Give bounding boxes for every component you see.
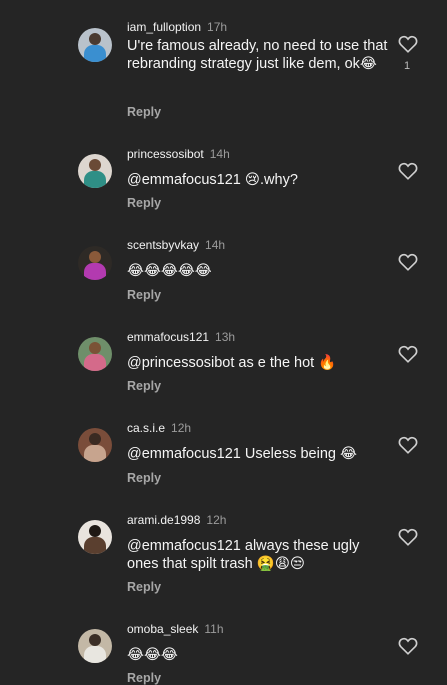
- comment-meta: arami.de1998 12h: [127, 513, 226, 527]
- comment-username[interactable]: arami.de1998: [127, 513, 200, 527]
- comment-time: 13h: [215, 330, 236, 344]
- avatar[interactable]: [78, 629, 112, 663]
- comment-item: scentsbyvkay 14h 😂😂😂😂😂 Reply: [0, 238, 447, 318]
- comment-meta: ca.s.i.e 12h: [127, 421, 191, 435]
- comment-time: 14h: [209, 147, 230, 161]
- comment-item: princessosibot 14h @emmafocus121 😢.why? R…: [0, 147, 447, 227]
- comment-meta: omoba_sleek 11h: [127, 622, 224, 636]
- heart-icon[interactable]: [398, 436, 418, 454]
- heart-icon[interactable]: [398, 345, 418, 363]
- reply-button[interactable]: Reply: [127, 471, 161, 485]
- comment-meta: emmafocus121 13h: [127, 330, 235, 344]
- comment-username[interactable]: emmafocus121: [127, 330, 209, 344]
- comment-item: ca.s.i.e 12h @emmafocus121 Useless being …: [0, 421, 447, 501]
- comment-time: 14h: [205, 238, 226, 252]
- comment-username[interactable]: ca.s.i.e: [127, 421, 165, 435]
- comment-meta: scentsbyvkay 14h: [127, 238, 225, 252]
- reply-button[interactable]: Reply: [127, 196, 161, 210]
- comment-meta: princessosibot 14h: [127, 147, 230, 161]
- heart-icon[interactable]: [398, 35, 418, 53]
- heart-icon[interactable]: [398, 253, 418, 271]
- comment-time: 11h: [204, 622, 224, 636]
- avatar[interactable]: [78, 520, 112, 554]
- reply-button[interactable]: Reply: [127, 288, 161, 302]
- comment-meta: iam_fulloption 17h: [127, 20, 227, 34]
- heart-icon[interactable]: [398, 162, 418, 180]
- comment-item: emmafocus121 13h @princessosibot as e the…: [0, 330, 447, 410]
- comment-username[interactable]: princessosibot: [127, 147, 204, 161]
- avatar[interactable]: [78, 154, 112, 188]
- comment-text: @emmafocus121 always these ugly ones tha…: [127, 538, 360, 572]
- reply-button[interactable]: Reply: [127, 379, 161, 393]
- like-count: 1: [404, 60, 411, 72]
- comment-time: 12h: [206, 513, 227, 527]
- comment-item: arami.de1998 12h @emmafocus121 always the…: [0, 513, 447, 613]
- comment-text: @emmafocus121 Useless being 😂: [127, 446, 357, 462]
- comment-text: @princessosibot as e the hot 🔥: [127, 355, 337, 371]
- heart-icon[interactable]: [398, 637, 418, 655]
- comment-text: U're famous already, no need to use that…: [127, 38, 388, 72]
- comment-username[interactable]: iam_fulloption: [127, 20, 201, 34]
- comment-username[interactable]: omoba_sleek: [127, 622, 198, 636]
- comment-text: 😂😂😂😂😂: [127, 263, 212, 279]
- reply-button[interactable]: Reply: [127, 671, 161, 685]
- comment-text: @emmafocus121 😢.why?: [127, 172, 298, 188]
- comment-item: omoba_sleek 11h 😂😂😂 Reply: [0, 622, 447, 685]
- avatar[interactable]: [78, 337, 112, 371]
- heart-icon[interactable]: [398, 528, 418, 546]
- reply-button[interactable]: Reply: [127, 105, 161, 119]
- reply-button[interactable]: Reply: [127, 580, 161, 594]
- avatar[interactable]: [78, 28, 112, 62]
- comment-text: 😂😂😂: [127, 647, 178, 663]
- comment-time: 17h: [207, 20, 228, 34]
- avatar[interactable]: [78, 428, 112, 462]
- comment-time: 12h: [171, 421, 192, 435]
- comment-item: iam_fulloption 17h U're famous already, n…: [0, 20, 447, 130]
- comment-username[interactable]: scentsbyvkay: [127, 238, 199, 252]
- avatar[interactable]: [78, 246, 112, 280]
